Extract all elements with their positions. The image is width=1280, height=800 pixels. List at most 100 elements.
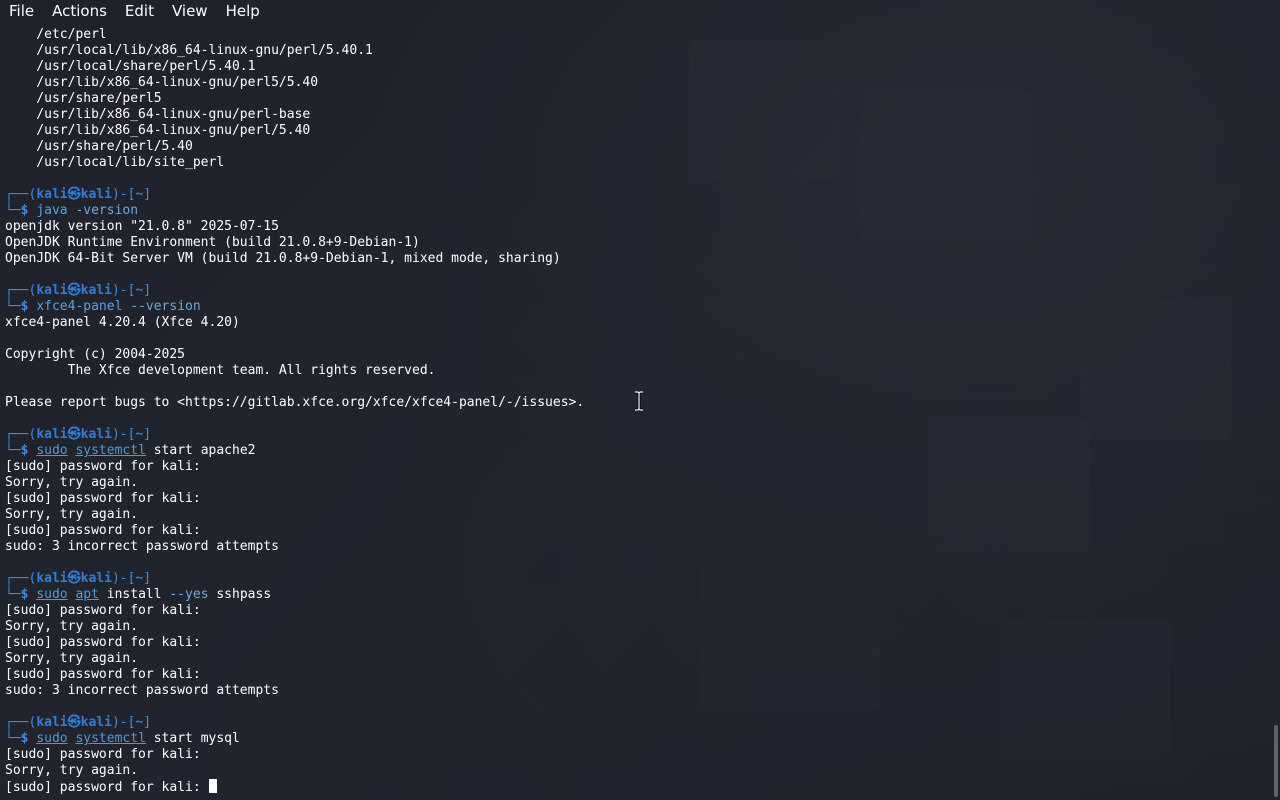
terminal-output[interactable]: /etc/perl /usr/local/lib/x86_64-linux-gn…: [5, 27, 1270, 795]
terminal-menubar: File Actions Edit View Help: [0, 0, 1280, 22]
perl-path: /usr/lib/x86_64-linux-gnu/perl5/5.40: [5, 75, 319, 90]
output-line: Sorry, try again.: [5, 651, 1270, 667]
prompt-user-host: kali㉿kali: [36, 187, 112, 202]
command-args: --version: [122, 299, 201, 314]
output-line: Sorry, try again.: [5, 763, 1270, 779]
output-text: OpenJDK Runtime Environment (build 21.0.…: [5, 235, 420, 250]
prompt-frame: ]: [143, 187, 152, 202]
terminal-scrollbar[interactable]: [1274, 725, 1278, 797]
prompt-dollar: └─$: [5, 731, 37, 746]
output-line: OpenJDK 64-Bit Server VM (build 21.0.8+9…: [5, 251, 1270, 267]
prompt-frame: ]: [143, 571, 152, 586]
command-line: └─$ xfce4-panel --version: [5, 299, 1270, 315]
output-text: sudo: 3 incorrect password attempts: [5, 539, 279, 554]
output-text: sudo: 3 incorrect password attempts: [5, 683, 279, 698]
prompt-frame: )-[: [111, 283, 136, 298]
ibeam-cursor-icon: [635, 391, 643, 411]
perl-path: /usr/local/lib/site_perl: [5, 155, 225, 170]
output-text: OpenJDK 64-Bit Server VM (build 21.0.8+9…: [5, 251, 561, 266]
prompt-user-host: kali㉿kali: [36, 571, 112, 586]
output-text: xfce4-panel 4.20.4 (Xfce 4.20): [5, 315, 240, 330]
command-sudo: sudo: [36, 731, 68, 746]
output-line: /usr/local/lib/x86_64-linux-gnu/perl/5.4…: [5, 43, 1270, 59]
command-args: install: [98, 587, 170, 602]
output-line: Sorry, try again.: [5, 507, 1270, 523]
output-line: The Xfce development team. All rights re…: [5, 363, 1270, 379]
output-line: /usr/local/share/perl/5.40.1: [5, 59, 1270, 75]
output-line: /usr/lib/x86_64-linux-gnu/perl5/5.40: [5, 75, 1270, 91]
menu-edit[interactable]: Edit: [116, 0, 163, 22]
prompt-dollar: └─$: [5, 299, 37, 314]
output-line: [sudo] password for kali:: [5, 523, 1270, 539]
output-line: /etc/perl: [5, 27, 1270, 43]
output-line: openjdk version "21.0.8" 2025-07-15: [5, 219, 1270, 235]
output-line: /usr/local/lib/site_perl: [5, 155, 1270, 171]
prompt-frame: ┌──(: [5, 283, 37, 298]
output-line: [sudo] password for kali:: [5, 459, 1270, 475]
output-text: Copyright (c) 2004-2025: [5, 347, 186, 362]
perl-path: /usr/share/perl/5.40: [5, 139, 193, 154]
output-text: [sudo] password for kali:: [5, 667, 201, 682]
prompt-dollar: └─$: [5, 203, 37, 218]
output-text: Sorry, try again.: [5, 507, 139, 522]
prompt-header: ┌──(kali㉿kali)-[~]: [5, 187, 1270, 203]
menu-help[interactable]: Help: [217, 0, 269, 22]
output-text: Sorry, try again.: [5, 763, 139, 778]
menu-actions[interactable]: Actions: [43, 0, 116, 22]
prompt-dollar: └─$: [5, 587, 37, 602]
output-line: [sudo] password for kali:: [5, 491, 1270, 507]
output-text: [sudo] password for kali:: [5, 459, 201, 474]
prompt-frame: )-[: [111, 571, 136, 586]
command-args: sshpass: [208, 587, 272, 602]
command-line: └─$ sudo systemctl start apache2: [5, 443, 1270, 459]
prompt-user-host: kali㉿kali: [36, 715, 112, 730]
prompt-header: ┌──(kali㉿kali)-[~]: [5, 427, 1270, 443]
prompt-frame: ┌──(: [5, 571, 37, 586]
prompt-frame: )-[: [111, 187, 136, 202]
command-sudo: sudo: [36, 443, 68, 458]
output-text: Sorry, try again.: [5, 619, 139, 634]
menu-file[interactable]: File: [0, 0, 43, 22]
output-line: sudo: 3 incorrect password attempts: [5, 683, 1270, 699]
output-text: [sudo] password for kali:: [5, 747, 201, 762]
perl-path: /usr/share/perl5: [5, 91, 162, 106]
command-args: start mysql: [145, 731, 240, 746]
prompt-frame: ┌──(: [5, 715, 37, 730]
output-text: [sudo] password for kali:: [5, 523, 201, 538]
output-line: [sudo] password for kali:: [5, 747, 1270, 763]
command-line: └─$ sudo systemctl start mysql: [5, 731, 1270, 747]
prompt-user-host: kali㉿kali: [36, 427, 112, 442]
menu-view[interactable]: View: [163, 0, 217, 22]
prompt-header: ┌──(kali㉿kali)-[~]: [5, 283, 1270, 299]
command-sudo: sudo: [36, 587, 68, 602]
prompt-frame: )-[: [111, 427, 136, 442]
output-text: [sudo] password for kali:: [5, 635, 201, 650]
prompt-dollar: └─$: [5, 443, 37, 458]
output-line: /usr/lib/x86_64-linux-gnu/perl/5.40: [5, 123, 1270, 139]
output-line: OpenJDK Runtime Environment (build 21.0.…: [5, 235, 1270, 251]
command-line: └─$ sudo apt install --yes sshpass: [5, 587, 1270, 603]
command-program: systemctl: [75, 443, 146, 458]
output-text: Sorry, try again.: [5, 475, 139, 490]
output-text: [sudo] password for kali:: [5, 491, 201, 506]
output-line: [sudo] password for kali:: [5, 635, 1270, 651]
prompt-frame: ]: [143, 283, 152, 298]
perl-path: /usr/lib/x86_64-linux-gnu/perl-base: [5, 107, 311, 122]
command-program: xfce4-panel: [36, 299, 123, 314]
output-line: [sudo] password for kali:: [5, 603, 1270, 619]
terminal-window[interactable]: File Actions Edit View Help /etc/perl /u…: [0, 0, 1280, 800]
output-line: Copyright (c) 2004-2025: [5, 347, 1270, 363]
prompt-frame: ┌──(: [5, 187, 37, 202]
command-program: apt: [75, 587, 99, 602]
output-line: sudo: 3 incorrect password attempts: [5, 539, 1270, 555]
command-args: -version: [67, 203, 139, 218]
prompt-frame: ]: [143, 427, 152, 442]
password-prompt: [sudo] password for kali:: [5, 780, 209, 795]
output-line: Sorry, try again.: [5, 619, 1270, 635]
prompt-header: ┌──(kali㉿kali)-[~]: [5, 571, 1270, 587]
output-text: Sorry, try again.: [5, 651, 139, 666]
